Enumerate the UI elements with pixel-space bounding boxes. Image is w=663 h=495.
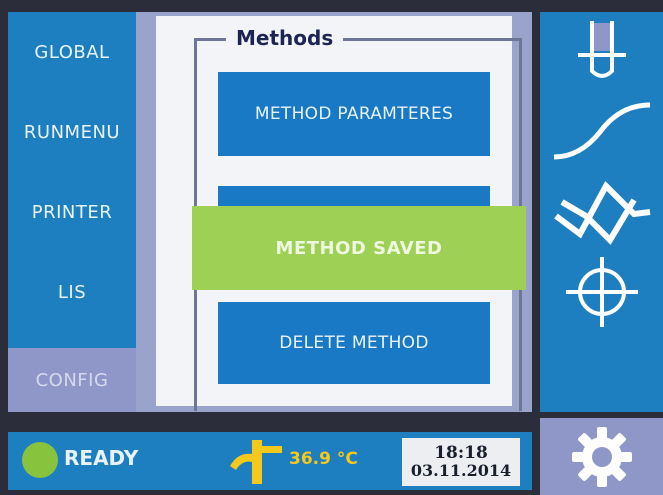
status-indicator-icon: [22, 442, 58, 478]
gear-icon: [571, 426, 632, 487]
methods-groupbox: Methods METHOD PARAMTERES DELETE METHOD …: [156, 16, 526, 411]
method-saved-toast: METHOD SAVED: [192, 206, 526, 290]
nav-item-lis[interactable]: LIS: [8, 252, 136, 332]
test-tube-icon[interactable]: [540, 12, 663, 92]
crosshair-icon[interactable]: [540, 252, 663, 332]
nav-item-printer[interactable]: PRINTER: [8, 172, 136, 252]
delete-method-button[interactable]: DELETE METHOD: [218, 302, 490, 384]
right-rail: [540, 12, 663, 412]
status-text: READY: [64, 446, 139, 470]
star-graph-icon[interactable]: [540, 172, 663, 252]
nav-item-config[interactable]: CONFIG: [8, 348, 136, 412]
settings-button[interactable]: [540, 418, 663, 495]
temperature-readout: 36.9 °C: [289, 449, 358, 469]
thermometer-icon: [230, 440, 282, 484]
methods-title: Methods: [226, 26, 344, 50]
device-screen: GLOBAL RUNMENU PRINTER LIS CONFIG Method…: [0, 0, 663, 495]
sigmoid-curve-icon[interactable]: [540, 92, 663, 172]
time-text: 18:18: [434, 442, 488, 463]
methods-panel: Methods METHOD PARAMTERES DELETE METHOD …: [136, 12, 532, 412]
method-parameters-button[interactable]: METHOD PARAMTERES: [218, 72, 490, 156]
status-bar: READY 36.9 °C 18:18 03.11.2014: [8, 432, 532, 490]
left-nav: GLOBAL RUNMENU PRINTER LIS CONFIG: [8, 12, 136, 412]
nav-item-global[interactable]: GLOBAL: [8, 12, 136, 92]
clock: 18:18 03.11.2014: [402, 438, 520, 486]
nav-item-runmenu[interactable]: RUNMENU: [8, 92, 136, 172]
date-text: 03.11.2014: [410, 460, 512, 480]
